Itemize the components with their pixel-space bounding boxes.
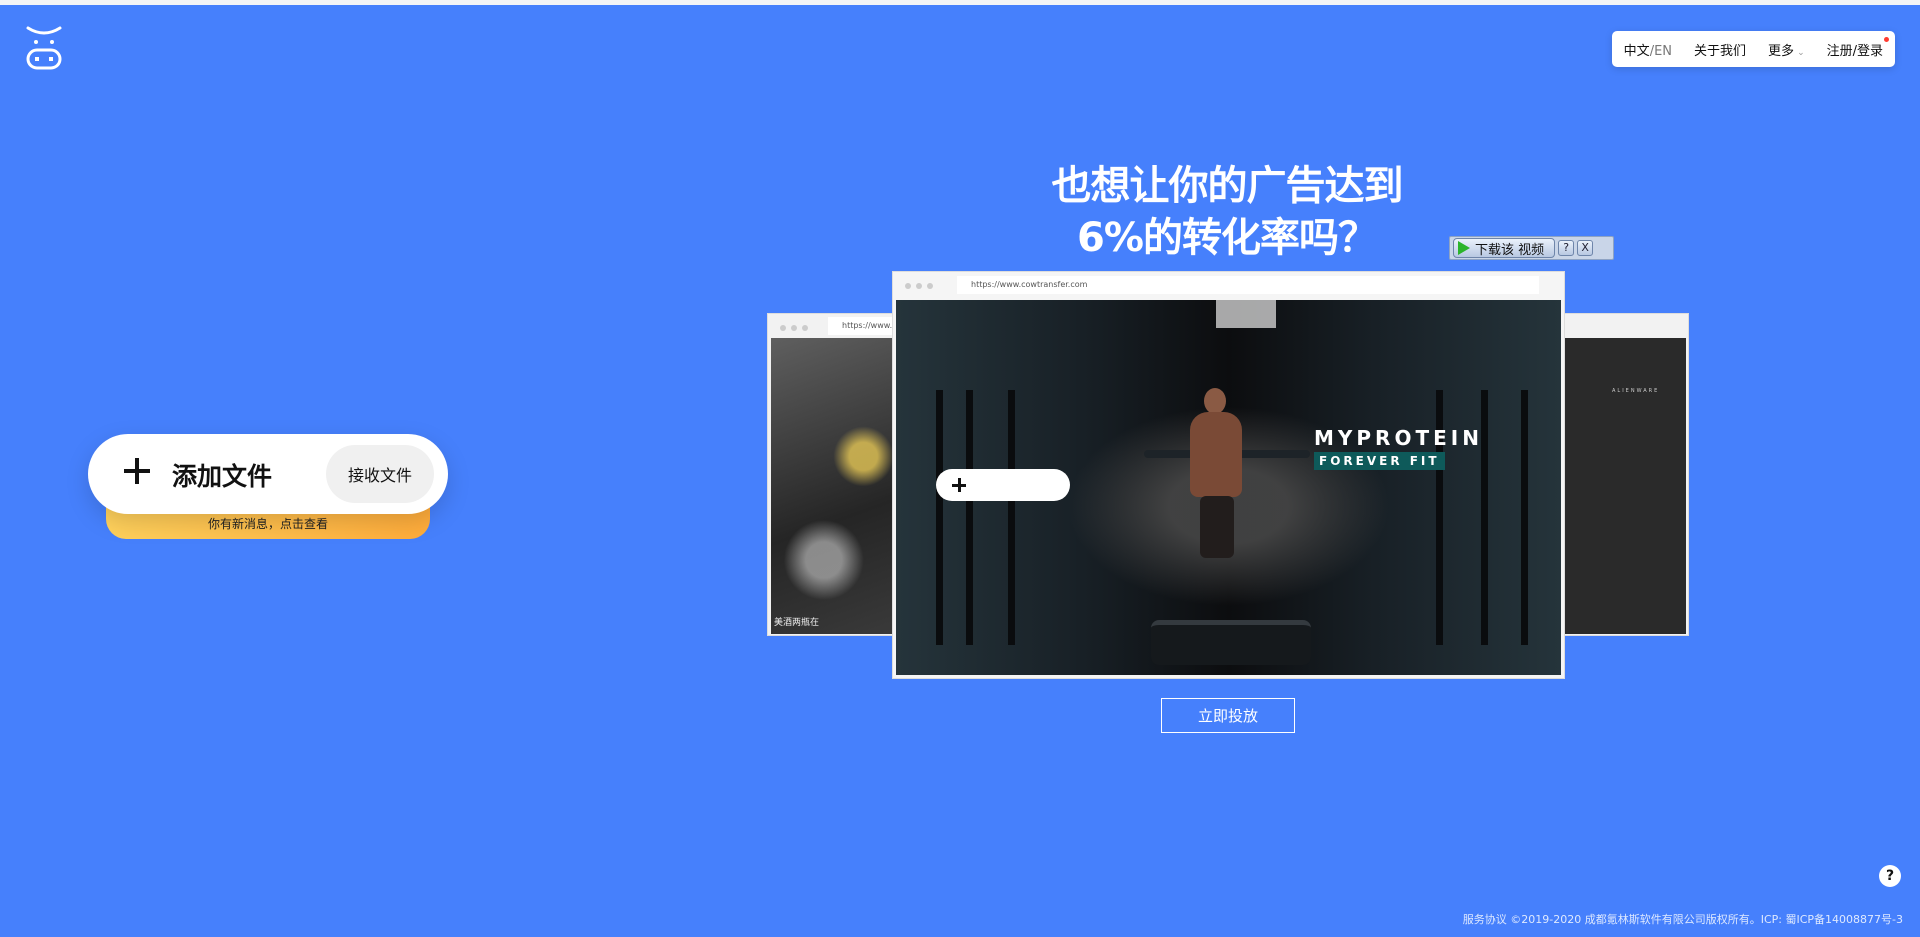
download-video-button[interactable]: 下载该 视频 [1453,238,1556,258]
cow-logo-icon[interactable] [25,26,63,72]
promo-headline: 也想让你的广告达到 6%的转化率吗？ [1012,160,1442,264]
ad-image: ALIENWARE [1558,338,1686,634]
login-label: 注册/登录 [1826,43,1883,59]
plus-icon[interactable] [124,458,150,484]
footer: 服务协议 ©2019-2020 成都氪林斯软件有限公司版权所有。ICP: 蜀IC… [1463,911,1903,927]
plus-icon [952,478,966,492]
runner [1186,388,1246,558]
login-link[interactable]: 注册/登录 [1826,36,1889,59]
ad-image: 美酒两瓶在 [771,338,903,634]
add-files-button[interactable]: 添加文件 [172,457,272,493]
download-video-toolbar: 下载该 视频 ? X [1449,236,1614,260]
download-label: 下载该 视频 [1475,242,1545,258]
brand-logo: MYPROTEIN [1314,426,1483,450]
ad-video[interactable]: MYPROTEIN FOREVER FIT [896,300,1561,675]
window-dots [780,325,808,331]
window-dots [905,283,933,289]
ad-preview-main[interactable]: https://www.cowtransfer.com MYPROTEIN FO… [892,271,1565,679]
copyright-text: ©2019-2020 成都氪林斯软件有限公司版权所有。ICP: 蜀ICP备140… [1510,913,1903,926]
close-icon[interactable]: X [1577,240,1594,256]
more-menu[interactable]: 更多 ⌄ [1768,40,1805,59]
help-button[interactable]: ? [1879,865,1901,887]
brand-tagline: FOREVER FIT [1314,452,1445,470]
url-bar: https://www.cowtransfer.com [957,276,1539,294]
ad-caption: ALIENWARE [1612,388,1660,394]
language-switch[interactable]: 中文/EN [1624,40,1672,59]
ad-preview-left[interactable]: https://www.cow 美酒两瓶在 [767,313,903,636]
lang-chinese[interactable]: 中文 [1624,44,1650,59]
notification-dot [1884,36,1889,42]
ad-preview-right[interactable]: ALIENWARE [1557,313,1689,636]
about-us-link[interactable]: 关于我们 [1694,40,1746,59]
mini-upload-pill [936,469,1070,501]
top-navigation: 中文/EN 关于我们 更多 ⌄ 注册/登录 [1611,31,1895,67]
headline-line-1: 也想让你的广告达到 [1051,163,1404,209]
treadmill [1151,620,1311,665]
ceiling-light [1216,300,1276,328]
lang-english[interactable]: EN [1654,44,1672,59]
url-bar: https://www.cow [828,317,900,335]
chevron-down-icon: ⌄ [1797,47,1805,58]
help-icon[interactable]: ? [1558,240,1575,256]
receive-files-button[interactable]: 接收文件 [326,445,434,503]
headline-line-2: 6%的转化率吗？ [1077,215,1378,261]
place-ad-button[interactable]: 立即投放 [1161,698,1295,733]
upload-panel: 添加文件 接收文件 [88,434,448,514]
top-border [0,0,1920,5]
play-icon [1458,241,1470,255]
terms-link[interactable]: 服务协议 [1463,913,1507,926]
ad-caption: 美酒两瓶在 [774,618,820,628]
more-label: 更多 [1768,43,1795,59]
